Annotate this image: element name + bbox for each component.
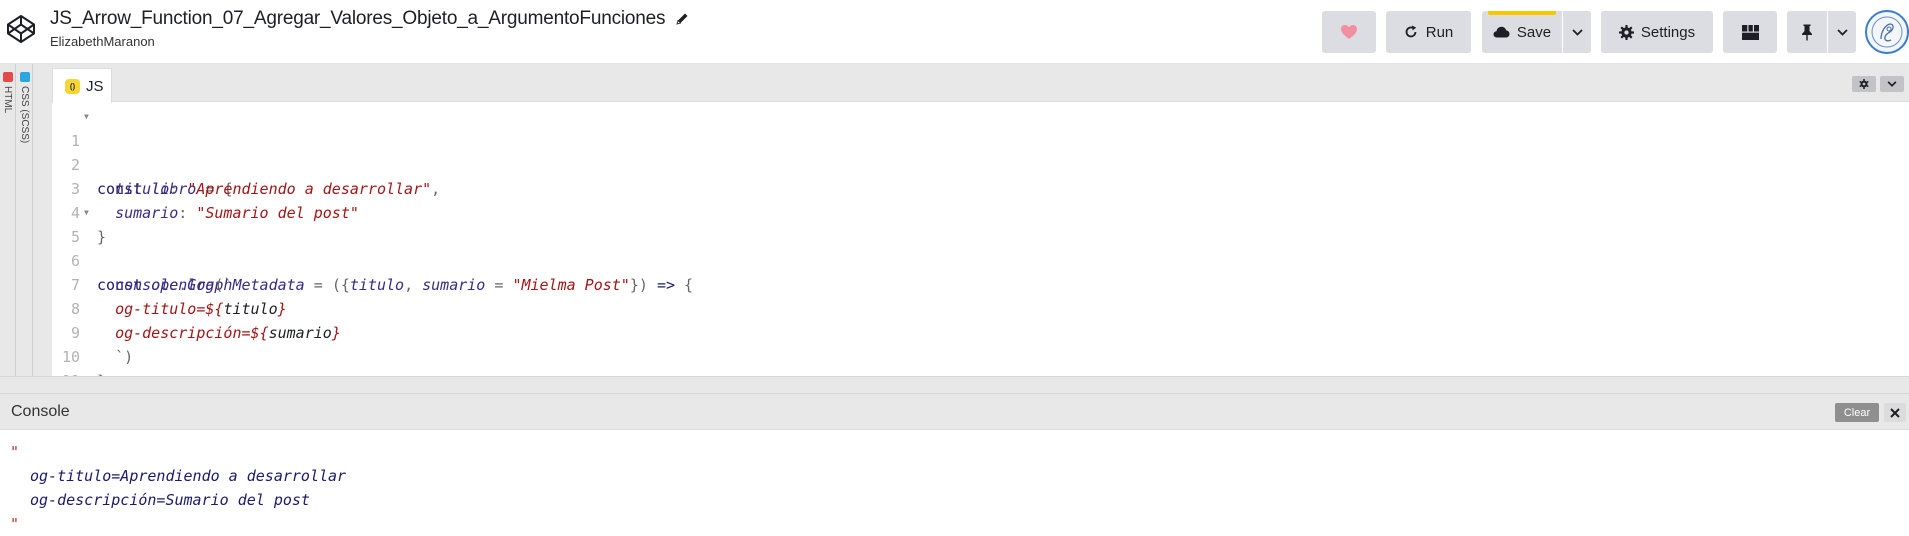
console-title: Console	[11, 403, 70, 420]
js-editor-header: () JS	[52, 64, 1909, 103]
console-panel: Console Clear " og-titulo=Aprendiendo a …	[0, 394, 1909, 533]
code-line: 11 openGraphMetadata(libro)	[52, 345, 1909, 414]
code-line: 6 console.log(`	[52, 225, 1909, 294]
html-tab-label: HTML	[2, 86, 13, 114]
save-button[interactable]: Save	[1482, 11, 1562, 53]
code-line: 2 titulo: "Aprendiendo a desarrollar",	[52, 129, 1909, 198]
heart-icon	[1341, 25, 1357, 39]
avatar-image	[1871, 16, 1903, 48]
chevron-down-icon	[1836, 28, 1848, 36]
js-options-dropdown[interactable]	[1880, 76, 1904, 92]
refresh-icon	[1405, 25, 1417, 38]
gear-icon	[1618, 24, 1634, 40]
save-dropdown-button[interactable]	[1563, 11, 1591, 53]
settings-label: Settings	[1640, 23, 1696, 41]
pin-button[interactable]	[1787, 11, 1827, 53]
code-area[interactable]: 1 ▼ const libro = { 2 titulo: "Aprendien…	[52, 105, 1909, 414]
close-console-button[interactable]	[1884, 403, 1906, 422]
code-line: 3 sumario: "Sumario del post"	[52, 153, 1909, 222]
css-tab-label: CSS (SCSS)	[19, 86, 30, 144]
js-settings-button[interactable]	[1852, 76, 1876, 92]
code-line: 4 }	[52, 177, 1909, 246]
css-badge-icon	[20, 72, 30, 82]
fold-arrow-icon[interactable]: ▼	[84, 105, 89, 129]
editor-header: JS_Arrow_Function_07_Agregar_Valores_Obj…	[0, 0, 1909, 64]
layout-grid-icon	[1741, 24, 1759, 40]
chevron-down-icon	[1887, 81, 1897, 87]
html-editor-tab[interactable]: HTML	[0, 64, 16, 376]
save-label: Save	[1516, 23, 1552, 41]
gear-icon	[1859, 79, 1869, 89]
js-editor: () JS 1 ▼ const libro = {2 titulo: "Apr…	[52, 64, 1909, 414]
codepen-logo-icon[interactable]	[6, 14, 36, 44]
js-badge-icon: ()	[65, 78, 80, 94]
code-line: 5 ▼ const openGraphMetadata = ({titulo, …	[52, 201, 1909, 294]
clear-console-button[interactable]: Clear	[1835, 403, 1879, 422]
run-button[interactable]: Run	[1386, 11, 1471, 53]
html-badge-icon	[3, 72, 13, 82]
js-editor-tab[interactable]: () JS	[52, 68, 112, 103]
css-editor-tab[interactable]: CSS (SCSS)	[17, 64, 33, 376]
pane-resizer[interactable]	[0, 376, 1909, 394]
author-name[interactable]: ElizabethMaranon	[50, 34, 690, 49]
close-icon	[1890, 407, 1900, 418]
unsaved-indicator	[1488, 11, 1556, 15]
js-tab-label: JS	[86, 77, 104, 95]
collapsed-editors: HTML CSS (SCSS)	[0, 64, 52, 376]
code-line: 1 ▼ const libro = {	[52, 105, 1909, 198]
pin-icon	[1802, 24, 1812, 40]
code-line: 10 }	[52, 321, 1909, 390]
settings-button[interactable]: Settings	[1601, 11, 1713, 53]
pen-title-area: JS_Arrow_Function_07_Agregar_Valores_Obj…	[50, 8, 690, 49]
code-line: 9 `)	[52, 297, 1909, 366]
avatar[interactable]	[1865, 10, 1909, 54]
run-label: Run	[1425, 23, 1454, 41]
chevron-down-icon	[1571, 28, 1583, 36]
pin-dropdown-button[interactable]	[1828, 11, 1856, 53]
heart-button[interactable]	[1322, 11, 1376, 53]
code-line: 7 og-titulo=${titulo}	[52, 249, 1909, 318]
console-header: Console Clear	[0, 394, 1909, 430]
change-view-button[interactable]	[1723, 11, 1777, 53]
code-line: 8 og-descripción=${sumario}	[52, 273, 1909, 342]
pen-title[interactable]: JS_Arrow_Function_07_Agregar_Valores_Obj…	[50, 8, 665, 30]
pencil-icon[interactable]	[674, 11, 690, 27]
cloud-icon	[1493, 26, 1510, 38]
fold-arrow-icon[interactable]: ▼	[84, 201, 89, 225]
